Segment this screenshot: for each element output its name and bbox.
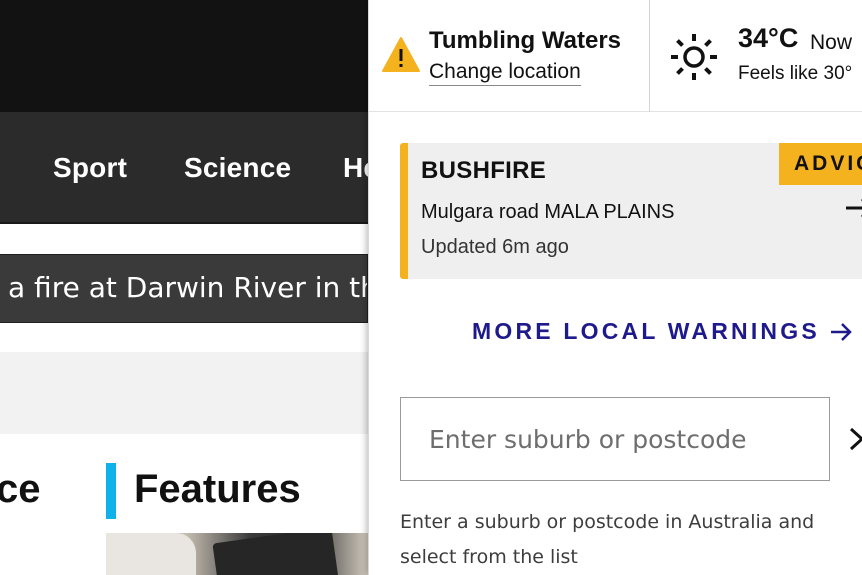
- breaking-news-ticker[interactable]: a fire at Darwin River in th: [0, 254, 368, 323]
- features-heading[interactable]: Features: [134, 467, 301, 512]
- more-local-warnings-link[interactable]: MORE LOCAL WARNINGS: [472, 318, 820, 345]
- change-location-link[interactable]: Change location: [429, 60, 581, 86]
- content-band: [0, 352, 368, 434]
- main-nav: Sport Science He: [0, 112, 379, 224]
- alert-type: BUSHFIRE: [421, 157, 547, 184]
- image-book: [212, 533, 340, 575]
- site-header: [0, 0, 368, 112]
- alert-level-label: ADVIC: [794, 152, 862, 175]
- feature-story-image[interactable]: [106, 533, 368, 575]
- sun-icon: [671, 34, 717, 80]
- alert-updated-time: Updated 6m ago: [421, 236, 569, 258]
- location-name: Tumbling Waters: [429, 27, 621, 54]
- temperature-value: 34°C: [738, 23, 799, 53]
- header-divider: [649, 0, 650, 112]
- features-accent-bar: [106, 463, 116, 519]
- image-pillow: [106, 533, 196, 575]
- chevron-right-icon[interactable]: [847, 425, 862, 453]
- panel-header: Tumbling Waters Change location 34°C Now…: [369, 0, 862, 112]
- more-warnings-arrow-icon[interactable]: [829, 320, 853, 344]
- alert-level-badge: ADVIC: [779, 143, 862, 185]
- nav-item-sport[interactable]: Sport: [53, 152, 127, 184]
- alert-location: Mulgara road MALA PLAINS: [421, 201, 675, 223]
- arrow-right-icon[interactable]: [844, 196, 862, 220]
- temperature-now-label: Now: [810, 31, 853, 54]
- section-heading-partial: ce: [0, 467, 41, 511]
- suburb-search-input[interactable]: [400, 397, 830, 481]
- feels-like-text: Feels like 30°: [738, 63, 853, 84]
- location-panel: Tumbling Waters Change location 34°C Now…: [368, 0, 862, 575]
- ticker-text: a fire at Darwin River in th: [8, 271, 368, 304]
- bushfire-alert-card[interactable]: BUSHFIRE Mulgara road MALA PLAINS Update…: [400, 143, 862, 279]
- nav-item-science[interactable]: Science: [184, 152, 291, 184]
- search-helper-text: Enter a suburb or postcode in Australia …: [400, 511, 815, 568]
- warning-triangle-icon: [382, 37, 420, 72]
